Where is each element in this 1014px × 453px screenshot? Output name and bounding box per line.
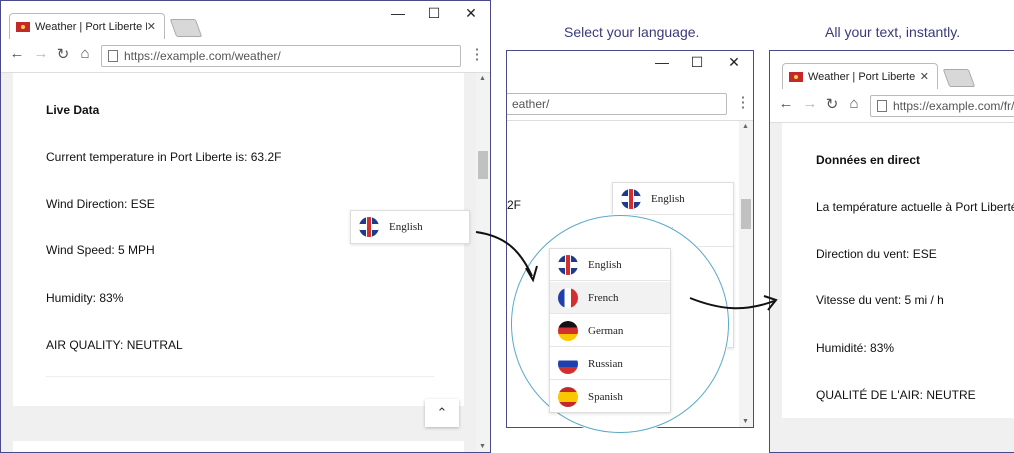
- connector-arrows: [475, 231, 778, 311]
- arrow-to-dropdown: [475, 231, 533, 277]
- arrow-to-french: [689, 297, 775, 310]
